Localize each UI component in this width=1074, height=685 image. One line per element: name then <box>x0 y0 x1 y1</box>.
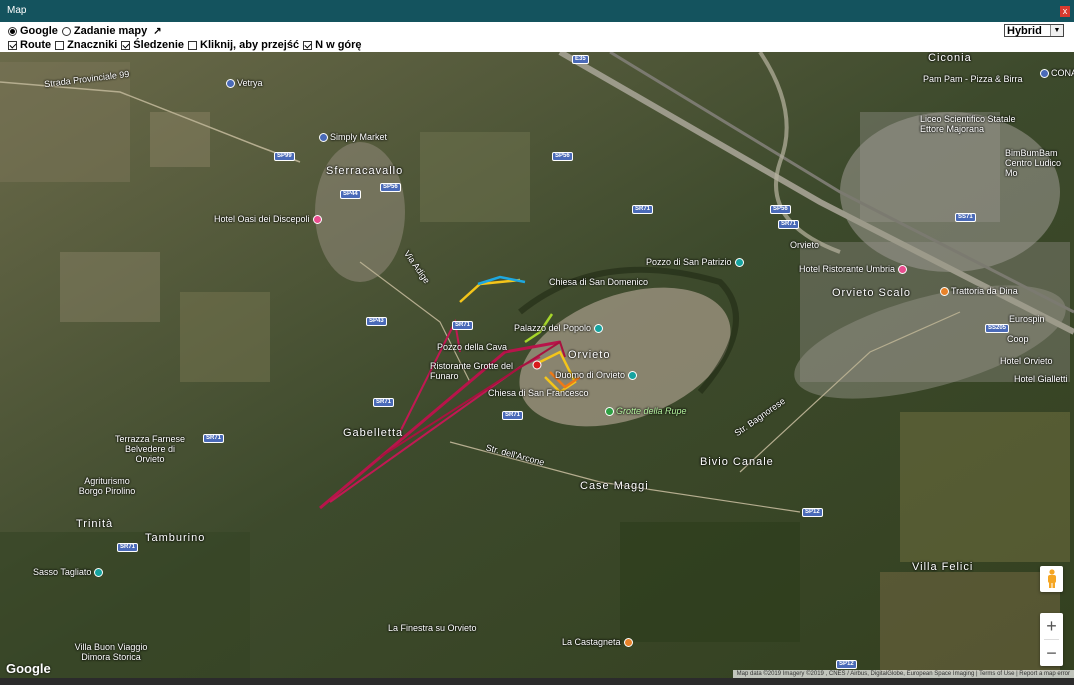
road-shield: SR71 <box>117 543 139 552</box>
place-label[interactable]: Coop <box>1007 334 1029 344</box>
task-map-radio[interactable] <box>61 26 71 36</box>
place-label[interactable]: Chiesa di San Francesco <box>488 388 589 398</box>
satellite-map[interactable]: Vetrya Strada Provinciale 99 Simply Mark… <box>0 52 1074 685</box>
place-label: Sferracavallo <box>326 165 404 177</box>
road-shield: SP56 <box>380 183 401 192</box>
place-label[interactable]: Pozzo della Cava <box>437 342 507 352</box>
tracking-checkbox[interactable] <box>121 40 131 50</box>
place-label: Villa Felici <box>912 561 974 573</box>
road-shield: E35 <box>572 55 589 64</box>
map-type-select[interactable]: Hybrid ▼ <box>1004 24 1064 37</box>
place-label[interactable]: Duomo di Orvieto <box>555 370 639 381</box>
place-label[interactable]: Hotel Gialletti <box>1014 374 1068 384</box>
place-label[interactable]: Hotel Ristorante Umbria <box>799 264 909 275</box>
road-shield: SP43 <box>366 317 387 326</box>
road-shield: SR71 <box>632 205 654 214</box>
place-label: Gabelletta <box>343 427 404 439</box>
road-shield: SR71 <box>203 434 225 443</box>
place-label: Trinità <box>76 518 114 530</box>
road-shield: SR71 <box>373 398 395 407</box>
place-label[interactable]: La Finestra su Orvieto <box>388 623 477 633</box>
place-label[interactable]: Vetrya <box>226 78 263 89</box>
place-label[interactable]: Pam Pam - Pizza & Birra <box>923 74 1023 84</box>
road-shield: SR71 <box>452 321 474 330</box>
place-label: Ciconia <box>928 52 972 64</box>
north-up-checkbox[interactable] <box>303 40 313 50</box>
map-type-value: Hybrid <box>1007 25 1042 37</box>
external-link-icon[interactable]: ↗ <box>153 26 161 37</box>
click-to-go-checkbox[interactable] <box>188 40 198 50</box>
place-label[interactable]: CONA <box>1040 68 1074 79</box>
map-toolbar: Google Zadanie mapy ↗ Hybrid ▼ Route Zna… <box>0 22 1074 52</box>
satellite-imagery <box>0 52 1074 685</box>
place-label: Case Maggi <box>580 480 649 492</box>
close-button[interactable]: x <box>1060 6 1070 17</box>
road-shield: SR71 <box>778 220 800 229</box>
source-row: Google Zadanie mapy ↗ <box>8 25 162 37</box>
road-shield: SP56 <box>552 152 573 161</box>
place-label[interactable]: Terrazza Farnese Belvedere di Orvieto <box>110 434 190 464</box>
road-shield: SS71 <box>955 213 976 222</box>
click-to-go-label[interactable]: Kliknij, aby przejść <box>200 39 299 51</box>
window-titlebar: Map x <box>0 0 1074 22</box>
north-up-label[interactable]: N w górę <box>315 39 361 51</box>
tracking-label[interactable]: Śledzenie <box>133 39 184 51</box>
chevron-down-icon: ▼ <box>1050 25 1063 36</box>
place-label[interactable]: Palazzo del Popolo <box>514 323 605 334</box>
road-shield: SP56 <box>770 205 791 214</box>
place-label[interactable]: Hotel Orvieto <box>1000 356 1053 366</box>
zoom-out-button[interactable]: − <box>1040 640 1063 666</box>
place-label[interactable]: Ristorante Grotte del Funaro <box>430 361 515 381</box>
place-label: Orvieto <box>568 349 611 361</box>
window-title: Map <box>7 5 27 16</box>
place-label[interactable]: Pozzo di San Patrizio <box>646 257 746 268</box>
place-label: Bivio Canale <box>700 456 774 468</box>
markers-label[interactable]: Znaczniki <box>67 39 117 51</box>
place-label[interactable]: Trattoria da Dina <box>940 286 1018 297</box>
place-label[interactable]: Villa Buon Viaggio Dimora Storica <box>66 642 156 662</box>
road-shield: SP44 <box>340 190 361 199</box>
place-label: Orvieto Scalo <box>832 287 912 299</box>
road-shield: SS205 <box>985 324 1010 333</box>
bottom-strip <box>0 678 1074 685</box>
markers-checkbox[interactable] <box>55 40 65 50</box>
place-label: Tamburino <box>145 532 206 544</box>
road-shield: SP99 <box>274 152 295 161</box>
place-label[interactable]: Chiesa di San Domenico <box>549 277 648 287</box>
google-radio-label[interactable]: Google <box>20 25 58 37</box>
options-row: Route Znaczniki Śledzenie Kliknij, aby p… <box>8 39 364 51</box>
place-label[interactable]: Grotte della Rupe <box>605 406 687 417</box>
google-radio[interactable] <box>8 26 17 36</box>
route-label[interactable]: Route <box>20 39 51 51</box>
place-label[interactable]: Agriturismo Borgo Pirolino <box>72 476 142 496</box>
place-label[interactable]: Simply Market <box>319 132 387 143</box>
place-label[interactable]: Sasso Tagliato <box>33 567 105 578</box>
route-checkbox[interactable] <box>8 40 17 50</box>
place-label[interactable]: BimBumBam Centro Ludico Mo <box>1005 148 1071 178</box>
road-shield: SP12 <box>836 660 857 669</box>
road-shield: SR71 <box>502 411 524 420</box>
zoom-in-button[interactable]: + <box>1040 613 1063 639</box>
map-attribution[interactable]: Map data ©2019 Imagery ©2019 , CNES / Ai… <box>732 670 1074 678</box>
google-logo: Google <box>6 661 51 676</box>
task-map-radio-label[interactable]: Zadanie mapy <box>74 25 147 37</box>
place-label[interactable]: Liceo Scientifico Statale Ettore Majoran… <box>920 114 1020 134</box>
street-view-pegman-icon[interactable] <box>1040 566 1063 592</box>
zoom-control: + − <box>1040 613 1063 666</box>
place-label[interactable]: La Castagneta <box>562 637 635 648</box>
place-label[interactable]: Orvieto <box>790 240 819 250</box>
road-shield: SP12 <box>802 508 823 517</box>
place-label[interactable]: Hotel Oasi dei Discepoli <box>214 214 324 225</box>
place-label[interactable]: Eurospin <box>1009 314 1045 324</box>
